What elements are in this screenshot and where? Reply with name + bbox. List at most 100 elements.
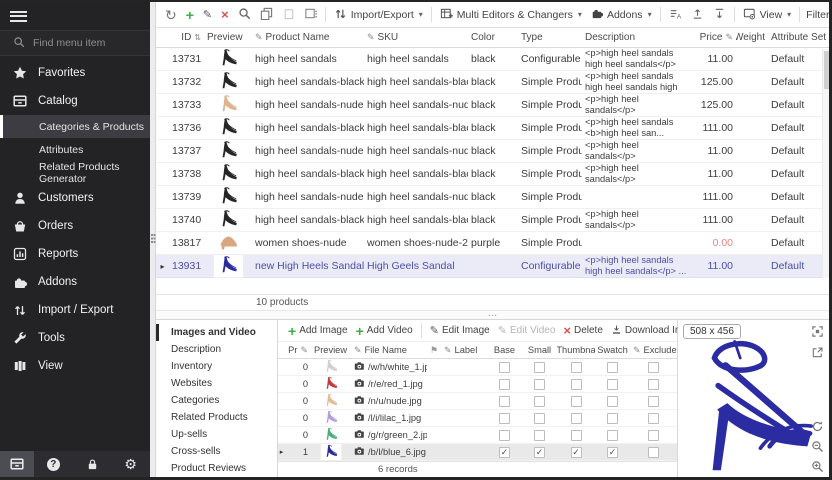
table-row-product-13737[interactable]: 13737high heel sandals-nude-36high heel …: [156, 140, 829, 163]
checkbox[interactable]: [499, 396, 510, 407]
column-header-check-undefined[interactable]: Preview: [311, 345, 351, 355]
checkbox[interactable]: [534, 430, 545, 441]
sidebar-item-related-products-generator[interactable]: Related Products Generator: [0, 161, 150, 184]
sidebar-item-attributes[interactable]: Attributes: [0, 138, 150, 161]
cell-checkbox[interactable]: [487, 413, 522, 424]
horizontal-splitter[interactable]: …: [156, 310, 829, 320]
table-row-product-13732[interactable]: 13732high heel sandals-blackhigh heel sa…: [156, 71, 829, 94]
cell-checkbox[interactable]: [487, 379, 522, 390]
cell-checkbox[interactable]: [522, 379, 557, 390]
checkbox[interactable]: [571, 362, 582, 373]
checkbox[interactable]: [499, 413, 510, 424]
table-row-image-red_1.jpg[interactable]: 0/r/e/red_1.jpg: [278, 376, 677, 393]
cell-checkbox[interactable]: [522, 430, 557, 441]
cell-checkbox[interactable]: [557, 430, 595, 441]
cell-checkbox[interactable]: [557, 396, 595, 407]
table-row-image-nude.jpg[interactable]: 0/n/u/nude.jpg: [278, 393, 677, 410]
checkbox-checked[interactable]: ✓: [607, 447, 618, 458]
cell-checkbox[interactable]: [630, 379, 677, 390]
addons-button[interactable]: Addons▾: [587, 4, 656, 26]
sidebar-search[interactable]: Find menu item: [0, 30, 150, 56]
duplicate-button[interactable]: [300, 4, 321, 26]
column-header-description[interactable]: Description: [582, 32, 692, 43]
checkbox[interactable]: [571, 396, 582, 407]
checkbox-checked[interactable]: ✓: [499, 447, 510, 458]
paste-button[interactable]: [278, 4, 299, 26]
table-row-product-13740[interactable]: 13740high heel sandals-black-38high heel…: [156, 209, 829, 232]
column-header-price[interactable]: Price✎: [692, 32, 736, 43]
cell-checkbox[interactable]: [522, 396, 557, 407]
import-export-button[interactable]: Import/Export▾: [330, 4, 427, 26]
cell-checkbox[interactable]: ✓: [487, 447, 522, 458]
cell-checkbox[interactable]: [487, 396, 522, 407]
add-product-button[interactable]: +: [182, 4, 198, 26]
checkbox[interactable]: [571, 430, 582, 441]
sidebar-item-catalog[interactable]: Catalog: [0, 87, 150, 115]
column-header-check-3[interactable]: Swatch: [595, 345, 630, 355]
checkbox[interactable]: [648, 362, 659, 373]
checkbox[interactable]: [648, 447, 659, 458]
help-icon[interactable]: ?: [34, 458, 73, 471]
column-header-sku[interactable]: ✎SKU: [364, 32, 468, 43]
tab-related-products[interactable]: Related Products: [156, 409, 277, 426]
autosize-columns-button[interactable]: A: [665, 4, 686, 26]
sidebar-item-reports[interactable]: Reports: [0, 240, 150, 268]
table-row-image-green_2.jpg[interactable]: 0/g/r/green_2.jpg: [278, 427, 677, 444]
cell-checkbox[interactable]: [487, 430, 522, 441]
checkbox[interactable]: [499, 379, 510, 390]
edit-product-button[interactable]: ✎: [199, 4, 216, 26]
checkbox[interactable]: [571, 379, 582, 390]
cell-checkbox[interactable]: [630, 430, 677, 441]
cell-checkbox[interactable]: [595, 379, 630, 390]
flag-column[interactable]: ⚑: [427, 345, 441, 356]
cell-checkbox[interactable]: [630, 447, 677, 458]
checkbox[interactable]: [607, 396, 618, 407]
cell-checkbox[interactable]: [595, 396, 630, 407]
checkbox-checked[interactable]: ✓: [534, 447, 545, 458]
add-image-button[interactable]: +Add Image: [285, 320, 351, 342]
edit-video-button[interactable]: ✎Edit Video: [495, 320, 559, 342]
checkbox-checked[interactable]: ✓: [571, 447, 582, 458]
checkbox[interactable]: [648, 413, 659, 424]
sidebar-item-categories-products[interactable]: Categories & Products: [0, 115, 150, 138]
cell-checkbox[interactable]: [522, 362, 557, 373]
delete-image-button[interactable]: ×Delete: [560, 320, 606, 342]
collapse-rows-button[interactable]: [709, 4, 730, 26]
checkbox[interactable]: [499, 430, 510, 441]
checkbox[interactable]: [534, 396, 545, 407]
checkbox[interactable]: [607, 362, 618, 373]
sidebar-item-import-export[interactable]: Import / Export: [0, 296, 150, 324]
column-header-check-1[interactable]: Small: [522, 345, 557, 355]
column-header-label[interactable]: ✎Label: [441, 345, 487, 356]
view-button[interactable]: View▾: [739, 4, 796, 26]
expand-rows-button[interactable]: [687, 4, 708, 26]
column-header-name[interactable]: ✎Product Name: [252, 32, 364, 43]
table-row-product-13738[interactable]: 13738high heel sandals-black-37high heel…: [156, 163, 829, 186]
table-row-product-13739[interactable]: 13739high heel sandals-nude-37high heel …: [156, 186, 829, 209]
cell-checkbox[interactable]: [630, 362, 677, 373]
cell-checkbox[interactable]: [595, 430, 630, 441]
column-header-attribute_set[interactable]: Attribute Set Name: [768, 32, 829, 43]
checkbox[interactable]: [499, 362, 510, 373]
checkbox[interactable]: [534, 362, 545, 373]
delete-product-button[interactable]: ×: [217, 4, 233, 26]
tab-inventory[interactable]: Inventory: [156, 358, 277, 375]
multi-editors-button[interactable]: Multi Editors & Changers▾: [436, 4, 586, 26]
checkbox[interactable]: [648, 430, 659, 441]
checkbox[interactable]: [607, 430, 618, 441]
checkbox[interactable]: [607, 413, 618, 424]
tab-product-reviews[interactable]: Product Reviews: [156, 460, 277, 477]
column-header-check-0[interactable]: Base: [487, 345, 522, 355]
checkbox[interactable]: [534, 379, 545, 390]
refresh-button[interactable]: ↻: [161, 4, 181, 26]
checkbox[interactable]: [648, 379, 659, 390]
table-row-image-blue_6.jpg[interactable]: ▸1/b/l/blue_6.jpg✓✓✓✓: [278, 444, 677, 461]
cell-checkbox[interactable]: [595, 413, 630, 424]
table-row-product-13817[interactable]: 13817women shoes-nudewomen shoes-nude-2p…: [156, 232, 829, 255]
sidebar-item-favorites[interactable]: Favorites: [0, 59, 150, 87]
edit-image-button[interactable]: ✎Edit Image: [427, 320, 493, 342]
search-button[interactable]: [234, 4, 255, 26]
tab-cross-sells[interactable]: Cross-sells: [156, 443, 277, 460]
table-row-image-white_1.jpg[interactable]: 0/w/h/white_1.jpg: [278, 359, 677, 376]
column-header-weight[interactable]: Weight: [736, 32, 768, 43]
